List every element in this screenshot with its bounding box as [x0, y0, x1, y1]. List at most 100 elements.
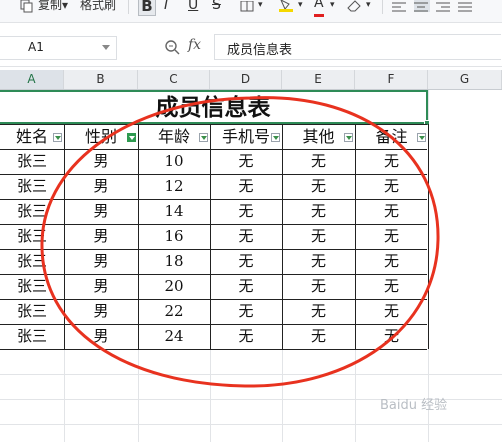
table-cell[interactable]: 无: [210, 199, 282, 224]
function-fx-icon[interactable]: fx: [188, 37, 201, 53]
table-cell[interactable]: 张三: [0, 324, 64, 349]
justify-icon[interactable]: [458, 0, 474, 12]
table-cell[interactable]: 无: [355, 174, 428, 199]
ribbon-divider: [128, 0, 129, 14]
filter-dropdown-icon[interactable]: [199, 133, 208, 142]
table-cell[interactable]: 无: [282, 149, 355, 174]
table-cell[interactable]: 张三: [0, 299, 64, 324]
table-cell[interactable]: 无: [355, 249, 428, 274]
column-header-c[interactable]: C: [138, 70, 210, 89]
align-center-icon[interactable]: [414, 0, 430, 12]
clear-dropdown-icon[interactable]: ▾: [366, 0, 371, 14]
filter-dropdown-icon[interactable]: [344, 133, 353, 142]
table-cell[interactable]: 无: [210, 224, 282, 249]
column-header-b[interactable]: B: [64, 70, 138, 89]
table-cell[interactable]: 张三: [0, 199, 64, 224]
font-color-dropdown-icon[interactable]: ▾: [330, 0, 335, 14]
table-cell[interactable]: 男: [64, 324, 138, 349]
filter-dropdown-icon[interactable]: [417, 133, 426, 142]
align-left-icon[interactable]: [392, 0, 408, 12]
spreadsheet-grid[interactable]: ABCDEFG 成员信息表 姓名 性别 年龄 手机号 其他 备注 张三男 10 无无无张三男 12…: [0, 70, 502, 442]
table-border: [138, 124, 139, 349]
zoom-search-icon[interactable]: [164, 39, 180, 55]
table-cell[interactable]: 无: [210, 299, 282, 324]
table-cell[interactable]: 无: [355, 299, 428, 324]
column-header-g[interactable]: G: [428, 70, 502, 89]
table-cell[interactable]: 无: [210, 149, 282, 174]
table-cell[interactable]: 无: [355, 224, 428, 249]
table-cell[interactable]: 男: [64, 224, 138, 249]
table-cell[interactable]: 18: [138, 249, 210, 274]
border-icon[interactable]: [240, 0, 256, 12]
copy-dropdown-icon[interactable]: ▾: [62, 0, 68, 14]
fill-color-icon[interactable]: [278, 0, 294, 12]
ribbon-divider: [382, 0, 383, 14]
sheet-title: 成员信息表: [155, 94, 271, 121]
table-cell[interactable]: 无: [282, 224, 355, 249]
align-right-icon[interactable]: [436, 0, 452, 12]
table-cell[interactable]: 无: [282, 324, 355, 349]
gridline: [0, 374, 502, 375]
table-cell[interactable]: 无: [282, 274, 355, 299]
underline-button[interactable]: U: [188, 0, 198, 14]
table-cell[interactable]: 无: [355, 199, 428, 224]
table-cell[interactable]: 无: [210, 274, 282, 299]
column-header-d[interactable]: D: [210, 70, 282, 89]
table-cell[interactable]: 20: [138, 274, 210, 299]
table-cell[interactable]: 男: [64, 299, 138, 324]
copy-icon[interactable]: [20, 0, 36, 13]
table-cell[interactable]: 无: [355, 324, 428, 349]
column-header-f[interactable]: F: [355, 70, 428, 89]
table-cell[interactable]: 男: [64, 199, 138, 224]
formula-bar: A1 fx 成员信息表: [0, 28, 502, 67]
copy-button[interactable]: 复制: [38, 0, 62, 14]
table-cell[interactable]: 男: [64, 274, 138, 299]
column-header-a[interactable]: A: [0, 70, 64, 89]
watermark: Baidu 经验: [380, 398, 448, 413]
table-cell[interactable]: 无: [355, 274, 428, 299]
table-cell[interactable]: 张三: [0, 174, 64, 199]
format-painter-button[interactable]: 格式刷: [80, 0, 116, 14]
table-cell[interactable]: 无: [210, 174, 282, 199]
table-border: [282, 124, 283, 349]
filter-dropdown-icon[interactable]: [271, 133, 280, 142]
table-border: [355, 124, 356, 349]
table-cell[interactable]: 男: [64, 249, 138, 274]
column-header-e[interactable]: E: [282, 70, 355, 89]
table-cell[interactable]: 张三: [0, 249, 64, 274]
fill-color-dropdown-icon[interactable]: ▾: [298, 0, 303, 14]
bold-button[interactable]: B: [138, 0, 156, 16]
table-cell[interactable]: 16: [138, 224, 210, 249]
border-dropdown-icon[interactable]: ▾: [258, 0, 263, 14]
table-cell[interactable]: 张三: [0, 149, 64, 174]
table-cell[interactable]: 22: [138, 299, 210, 324]
filter-active-icon[interactable]: [127, 133, 136, 142]
table-cell[interactable]: 男: [64, 174, 138, 199]
table-cell[interactable]: 男: [64, 149, 138, 174]
font-color-button[interactable]: A: [314, 0, 324, 17]
chevron-down-icon[interactable]: [102, 45, 110, 50]
name-box[interactable]: A1: [0, 36, 117, 60]
table-border: [428, 124, 429, 349]
table-cell[interactable]: 无: [282, 299, 355, 324]
table-cell[interactable]: 12: [138, 174, 210, 199]
table-cell[interactable]: 张三: [0, 224, 64, 249]
table-cell[interactable]: 无: [210, 249, 282, 274]
formula-value: 成员信息表: [227, 43, 293, 58]
table-cell[interactable]: 张三: [0, 274, 64, 299]
italic-button[interactable]: I: [164, 0, 168, 14]
table-cell[interactable]: 14: [138, 199, 210, 224]
table-cell[interactable]: 无: [282, 199, 355, 224]
filter-dropdown-icon[interactable]: [53, 133, 62, 142]
table-cell[interactable]: 24: [138, 324, 210, 349]
name-box-value: A1: [28, 40, 44, 54]
formula-input[interactable]: 成员信息表: [214, 34, 501, 60]
table-cell[interactable]: 无: [355, 149, 428, 174]
table-cell[interactable]: 无: [282, 249, 355, 274]
table-cell[interactable]: 无: [210, 324, 282, 349]
strikethrough-button[interactable]: S: [212, 0, 221, 14]
table-cell[interactable]: 无: [282, 174, 355, 199]
table-cell[interactable]: 10: [138, 149, 210, 174]
merged-title-cell[interactable]: 成员信息表: [0, 90, 428, 124]
eraser-icon[interactable]: [346, 0, 362, 12]
